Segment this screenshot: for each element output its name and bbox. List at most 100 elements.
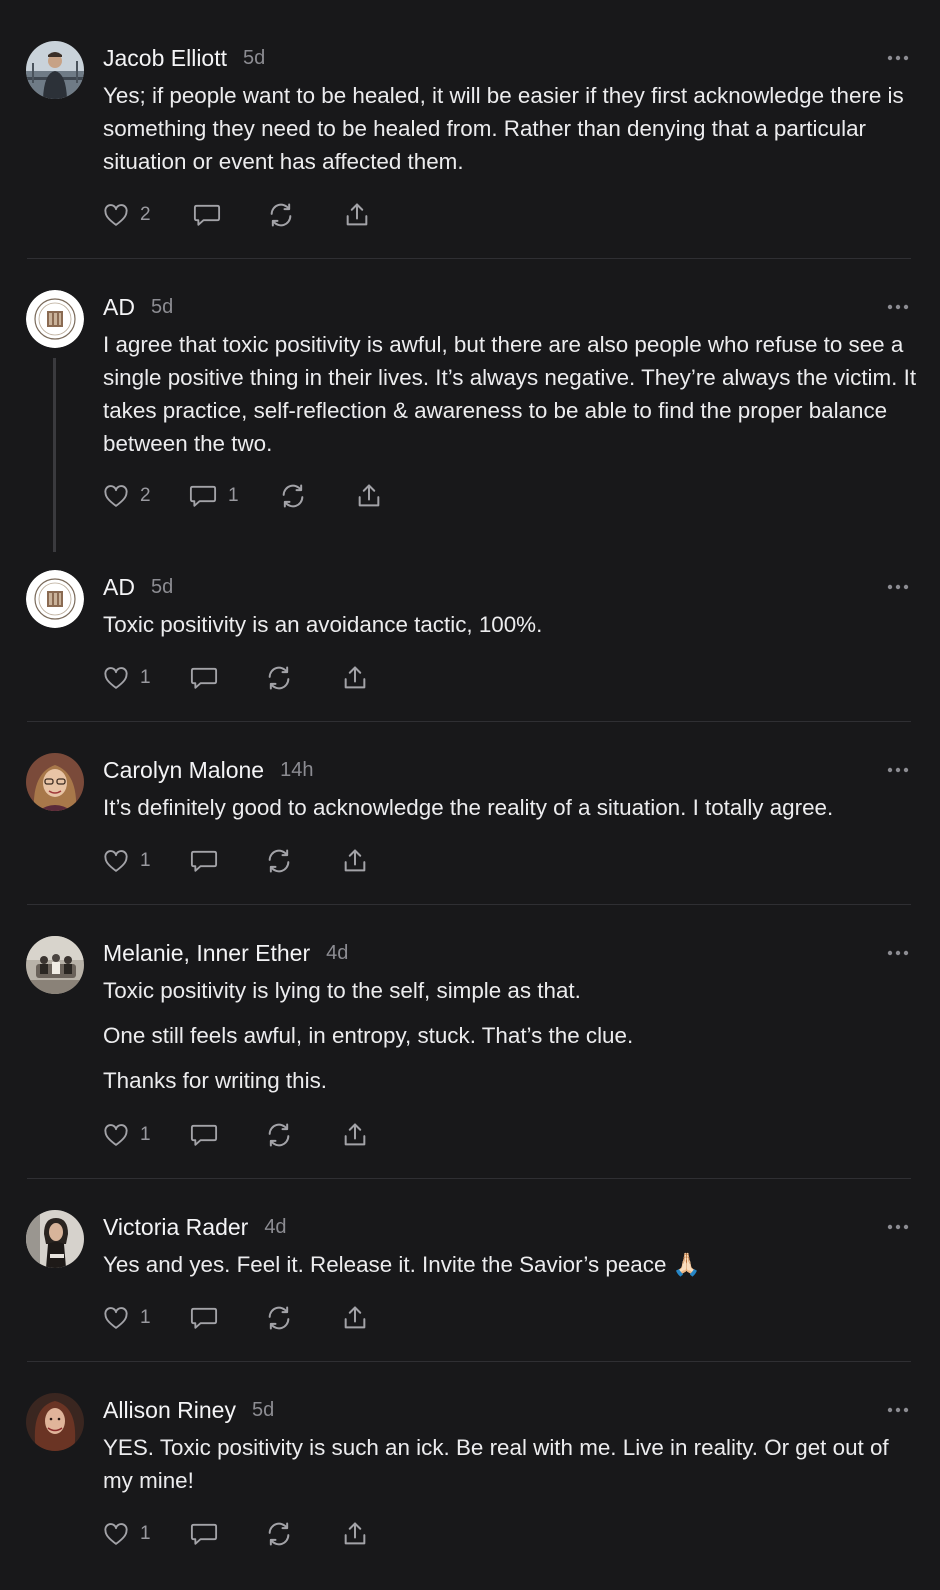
comment-body: YES. Toxic positivity is such an ick. Be… — [103, 1431, 918, 1509]
share-button[interactable] — [341, 1303, 369, 1333]
share-upload-icon — [344, 1123, 366, 1146]
more-ellipsis-icon[interactable] — [886, 1406, 910, 1414]
like-button[interactable]: 2 — [102, 200, 151, 230]
comment-text: I agree that toxic positivity is awful, … — [103, 332, 917, 456]
comment-body: Toxic positivity is an avoidance tactic,… — [103, 608, 918, 653]
share-upload-icon — [344, 849, 366, 872]
share-upload-icon — [344, 1306, 366, 1329]
avatar[interactable] — [26, 290, 84, 348]
speech-bubble-icon — [189, 485, 217, 507]
restack-arrows-icon — [268, 1306, 290, 1330]
speech-bubble-icon — [190, 1523, 218, 1545]
share-button[interactable] — [341, 846, 369, 876]
comment-meta: Melanie, Inner Ether 4d — [103, 938, 348, 968]
comment-text: Thanks for writing this. — [103, 1068, 327, 1093]
reply-button[interactable]: 1 — [188, 481, 239, 511]
restack-button[interactable] — [265, 1303, 293, 1333]
more-ellipsis-icon[interactable] — [886, 1223, 910, 1231]
more-ellipsis-icon[interactable] — [886, 54, 910, 62]
reply-button[interactable] — [189, 1519, 219, 1549]
reply-button[interactable] — [189, 1303, 219, 1333]
author-name[interactable]: Carolyn Malone — [103, 757, 264, 784]
like-count: 2 — [140, 485, 151, 506]
author-name[interactable]: Jacob Elliott — [103, 45, 227, 72]
reply-button[interactable] — [189, 846, 219, 876]
comment-text: YES. Toxic positivity is such an ick. Be… — [103, 1435, 889, 1493]
restack-button[interactable] — [267, 200, 295, 230]
heart-icon — [104, 1523, 128, 1545]
avatar[interactable] — [26, 753, 84, 811]
divider — [27, 1178, 911, 1179]
timestamp[interactable]: 5d — [151, 576, 173, 599]
timestamp[interactable]: 4d — [264, 1216, 286, 1239]
heart-icon — [104, 204, 128, 226]
restack-arrows-icon — [282, 484, 304, 508]
author-name[interactable]: Victoria Rader — [103, 1214, 248, 1241]
author-name[interactable]: AD — [103, 294, 135, 321]
like-button[interactable]: 1 — [102, 1303, 151, 1333]
comment-meta: AD 5d — [103, 572, 173, 602]
restack-arrows-icon — [268, 666, 290, 690]
comment-meta: Victoria Rader 4d — [103, 1212, 287, 1242]
heart-icon — [104, 1124, 128, 1146]
share-button[interactable] — [341, 1120, 369, 1150]
reply-button[interactable] — [189, 663, 219, 693]
restack-button[interactable] — [279, 481, 307, 511]
avatar[interactable] — [26, 936, 84, 994]
share-button[interactable] — [341, 663, 369, 693]
more-ellipsis-icon[interactable] — [886, 949, 910, 957]
more-ellipsis-icon[interactable] — [886, 766, 910, 774]
timestamp[interactable]: 5d — [243, 47, 265, 70]
restack-button[interactable] — [265, 663, 293, 693]
restack-button[interactable] — [265, 846, 293, 876]
comment-text: Toxic positivity is lying to the self, s… — [103, 978, 581, 1003]
heart-icon — [104, 667, 128, 689]
timestamp[interactable]: 5d — [151, 296, 173, 319]
like-count: 1 — [140, 667, 151, 688]
timestamp[interactable]: 4d — [326, 942, 348, 965]
reply-button[interactable] — [192, 200, 222, 230]
restack-arrows-icon — [268, 849, 290, 873]
comment-text: Yes; if people want to be healed, it wil… — [103, 83, 904, 174]
author-name[interactable]: Allison Riney — [103, 1397, 236, 1424]
like-count: 1 — [140, 850, 151, 871]
like-count: 1 — [140, 1124, 151, 1145]
like-button[interactable]: 2 — [102, 481, 151, 511]
reply-button[interactable] — [189, 1120, 219, 1150]
comment-text: It’s definitely good to acknowledge the … — [103, 795, 834, 820]
restack-button[interactable] — [265, 1120, 293, 1150]
comment-text: Toxic positivity is an avoidance tactic,… — [103, 612, 543, 637]
share-button[interactable] — [343, 200, 371, 230]
restack-button[interactable] — [265, 1519, 293, 1549]
share-button[interactable] — [341, 1519, 369, 1549]
more-ellipsis-icon[interactable] — [886, 583, 910, 591]
like-button[interactable]: 1 — [102, 663, 151, 693]
author-name[interactable]: AD — [103, 574, 135, 601]
heart-icon — [104, 1307, 128, 1329]
avatar[interactable] — [26, 1210, 84, 1268]
author-name[interactable]: Melanie, Inner Ether — [103, 940, 310, 967]
speech-bubble-icon — [190, 850, 218, 872]
avatar[interactable] — [26, 570, 84, 628]
share-upload-icon — [344, 1522, 366, 1545]
speech-bubble-icon — [193, 204, 221, 226]
avatar[interactable] — [26, 41, 84, 99]
more-ellipsis-icon[interactable] — [886, 303, 910, 311]
like-button[interactable]: 1 — [102, 846, 151, 876]
like-count: 1 — [140, 1307, 151, 1328]
like-button[interactable]: 1 — [102, 1120, 151, 1150]
heart-icon — [104, 485, 128, 507]
heart-icon — [104, 850, 128, 872]
thread-line — [53, 358, 56, 552]
like-button[interactable]: 1 — [102, 1519, 151, 1549]
comment-body: Yes and yes. Feel it. Release it. Invite… — [103, 1248, 918, 1293]
comment-body: Toxic positivity is lying to the self, s… — [103, 974, 918, 1109]
share-button[interactable] — [355, 481, 383, 511]
avatar[interactable] — [26, 1393, 84, 1451]
like-count: 2 — [140, 204, 151, 225]
timestamp[interactable]: 5d — [252, 1399, 274, 1422]
comment-meta: AD 5d — [103, 292, 173, 322]
timestamp[interactable]: 14h — [280, 759, 313, 782]
comment-meta: Allison Riney 5d — [103, 1395, 274, 1425]
share-upload-icon — [358, 484, 380, 507]
